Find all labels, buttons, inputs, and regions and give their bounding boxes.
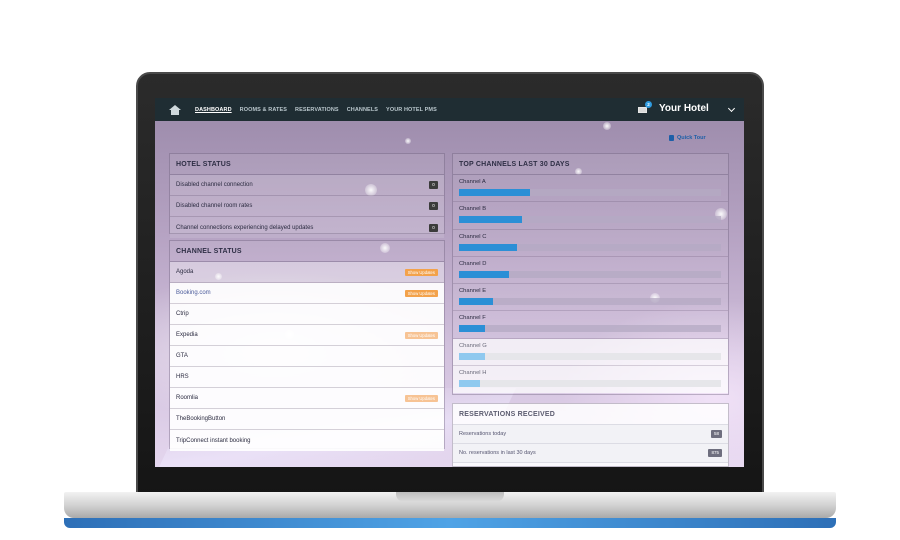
channel-row[interactable]: Expedia Show Updates — [170, 325, 444, 346]
channel-bar-track — [459, 243, 721, 251]
status-row[interactable]: Channel connections experiencing delayed… — [170, 217, 444, 238]
hotel-status-title: HOTEL STATUS — [170, 154, 444, 175]
channel-bar-fill — [459, 325, 485, 333]
channel-row[interactable]: HRS — [170, 367, 444, 388]
reservations-row[interactable]: No. reservations in last 30 days 875 — [453, 444, 728, 463]
channel-row[interactable]: Booking.com Show Updates — [170, 283, 444, 304]
chevron-down-icon[interactable] — [727, 104, 736, 113]
channel-bar-fill — [459, 298, 493, 306]
status-row[interactable]: Disabled channel room rates 0 — [170, 196, 444, 217]
channel-bar-label: Channel A — [459, 179, 486, 185]
status-row[interactable]: Disabled channel connection 0 — [170, 175, 444, 196]
top-channels-panel: TOP CHANNELS LAST 30 DAYS Channel A Chann… — [452, 153, 729, 395]
channel-row[interactable]: GTA — [170, 346, 444, 367]
status-count: 0 — [429, 202, 438, 210]
channel-bar-track — [459, 325, 721, 333]
channel-bar-row: Channel D — [453, 257, 728, 285]
channel-bar-row: Channel G — [453, 338, 728, 367]
sparkle — [603, 122, 611, 130]
tour-icon — [669, 135, 674, 141]
nav-reservations[interactable]: RESERVATIONS — [295, 107, 339, 113]
channel-bar-label: Channel B — [459, 206, 487, 213]
channel-name: Agoda — [176, 269, 194, 275]
channel-bar-row: Channel H — [453, 366, 728, 394]
nav-channels[interactable]: CHANNELS — [347, 107, 378, 113]
channel-bar-row: Channel F — [453, 311, 728, 339]
status-count: 0 — [429, 223, 438, 232]
reservations-row[interactable]: Reservations today 58 — [453, 425, 728, 444]
channel-bar-label: Channel F — [459, 315, 486, 322]
top-channels-title: TOP CHANNELS LAST 30 DAYS — [453, 154, 728, 175]
channel-row[interactable]: Agoda Show Updates — [170, 262, 444, 283]
nav-menu: DASHBOARD ROOMS & RATES RESERVATIONS CHA… — [195, 107, 445, 113]
status-label: Channel connections experiencing delayed… — [176, 224, 314, 231]
channel-name: GTA — [176, 353, 188, 359]
show-updates-button[interactable]: Show Updates — [404, 268, 438, 276]
show-updates-button[interactable]: Show Updates — [404, 331, 438, 339]
channel-name: TripConnect instant booking — [176, 437, 251, 444]
channel-bar-row: Channel B — [453, 202, 728, 230]
channel-bar-fill — [459, 216, 522, 224]
channel-bar-label: Channel D — [459, 260, 487, 267]
channel-name: HRS — [176, 374, 189, 380]
notification-badge: 2 — [645, 101, 652, 108]
channel-row[interactable]: Roomlia Show Updates — [170, 388, 444, 409]
channel-name: Expedia — [176, 332, 198, 338]
hotel-selector[interactable]: Your Hotel — [659, 103, 709, 114]
show-updates-button[interactable]: Show Updates — [404, 289, 438, 297]
channel-bar-row: Channel A — [453, 175, 728, 203]
channel-bar-label: Channel H — [459, 370, 487, 377]
channel-row[interactable]: Ctrip — [170, 304, 444, 325]
reservations-panel: RESERVATIONS RECEIVED Reservations today… — [452, 403, 729, 467]
channel-bar-track — [459, 216, 721, 224]
reservations-label: Reservations today — [459, 431, 507, 437]
sparkle — [405, 138, 411, 144]
channel-bar-fill — [459, 243, 517, 251]
hotel-status-panel: HOTEL STATUS Disabled channel connection… — [169, 153, 445, 238]
channel-row[interactable]: TripConnect instant booking — [170, 430, 444, 451]
channel-bar-row: Channel C — [453, 230, 728, 257]
status-label: Disabled channel room rates — [176, 203, 253, 209]
reservations-count: 875 — [708, 449, 722, 457]
status-label: Disabled channel connection — [176, 182, 253, 188]
nav-dashboard[interactable]: DASHBOARD — [195, 107, 232, 113]
channel-name: Roomlia — [176, 395, 199, 401]
laptop-base-edge — [64, 518, 836, 528]
reservations-label: No. reservations in last 30 days — [459, 450, 536, 456]
laptop-screen: DASHBOARD ROOMS & RATES RESERVATIONS CHA… — [155, 98, 744, 467]
channel-bar-fill — [459, 352, 485, 360]
channel-bar-label: Channel G — [459, 342, 487, 349]
channel-status-title: CHANNEL STATUS — [170, 241, 444, 262]
channel-bar-fill — [459, 189, 530, 196]
nav-your-hotel-pms[interactable]: YOUR HOTEL PMS — [386, 107, 437, 113]
channel-bar-track — [459, 270, 721, 278]
channel-bar-track — [459, 352, 721, 360]
channel-bar-fill — [459, 380, 480, 388]
channel-name: Ctrip — [176, 311, 189, 317]
channel-bar-track — [459, 380, 721, 388]
top-nav-bar: DASHBOARD ROOMS & RATES RESERVATIONS CHA… — [155, 98, 744, 121]
reservations-title: RESERVATIONS RECEIVED — [453, 404, 728, 425]
home-icon[interactable] — [169, 104, 181, 115]
channel-bar-row: Channel E — [453, 284, 728, 312]
channel-bar-label: Channel C — [459, 233, 487, 240]
channel-name: TheBookingButton — [176, 416, 226, 422]
channel-bar-track — [459, 298, 721, 306]
show-updates-button[interactable]: Show Updates — [404, 394, 438, 402]
channel-status-panel: CHANNEL STATUS Agoda Show Updates Bookin… — [169, 240, 445, 451]
channel-bar-track — [459, 189, 721, 196]
channel-bars: Channel A Channel B Channel C Channel D Chan… — [453, 175, 728, 394]
mail-icon[interactable] — [638, 107, 647, 113]
status-count: 0 — [429, 181, 438, 189]
channel-bar-fill — [459, 270, 509, 278]
quick-tour-label: Quick Tour — [677, 135, 706, 141]
laptop-notch — [396, 492, 504, 502]
reservations-count: 58 — [710, 430, 722, 438]
quick-tour-link[interactable]: Quick Tour — [669, 135, 706, 141]
channel-name: Booking.com — [176, 290, 211, 296]
channel-bar-label: Channel E — [459, 288, 487, 295]
nav-rooms-rates[interactable]: ROOMS & RATES — [240, 107, 287, 113]
channel-row[interactable]: TheBookingButton — [170, 409, 444, 430]
